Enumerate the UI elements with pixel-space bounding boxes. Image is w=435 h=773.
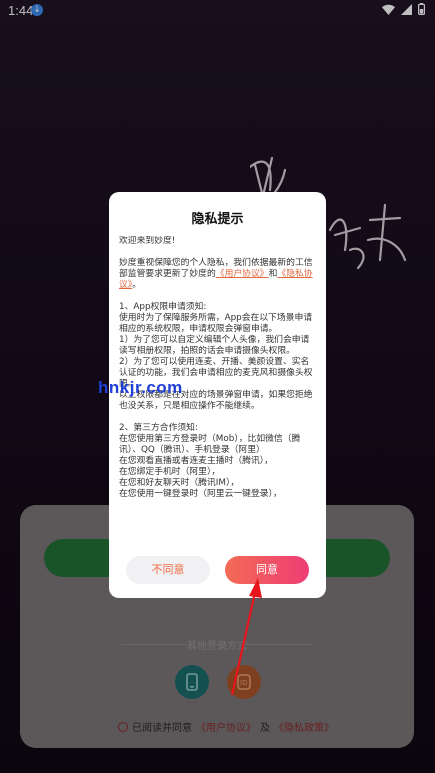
- reject-button[interactable]: 不同意: [126, 556, 210, 584]
- user-agreement-link[interactable]: 《用户协议》: [216, 269, 269, 279]
- app-screen: 1:44 ↓ 其他登录方式 ID 已阅读并同意 《用户协议》 及 《隐私政策》 …: [0, 0, 435, 773]
- section1-item1: 1）为了您可以自定义编辑个人头像，我们会申请读写相册权限，拍照的话会申请摄像头权…: [119, 335, 310, 356]
- section2-line: 在您使用一键登录时（阿里云一键登录），: [119, 489, 282, 499]
- dialog-intro: 妙度重视保障您的个人隐私，我们依据最新的工信部监管要求更新了妙度的《用户协议》和…: [119, 258, 318, 291]
- section2-title: 2、第三方合作须知:: [119, 423, 198, 433]
- dialog-greeting: 欢迎来到妙度!: [119, 236, 176, 246]
- intro-end: 。: [132, 280, 142, 290]
- watermark-text: hnkjr.com: [98, 378, 183, 397]
- agree-button[interactable]: 同意: [225, 556, 309, 584]
- section2-line: 在您绑定手机时（阿里），: [119, 467, 221, 477]
- section1-title: 1、App权限申请须知:: [119, 302, 207, 312]
- section2-line: 在您观看直播或者连麦主播时（腾讯），: [119, 456, 273, 466]
- section2-line: 在您使用第三方登录时（Mob），比如微信（腾讯）、QQ（腾讯）、手机登录（阿里）: [119, 434, 301, 455]
- section2-line: 在您和好友聊天时（腾讯IM），: [119, 478, 240, 488]
- section1-text: 使用时为了保障服务所需，App会在以下场景申请相应的系统权限，申请权限会弹窗申请…: [119, 313, 313, 334]
- dialog-title: 隐私提示: [191, 212, 244, 227]
